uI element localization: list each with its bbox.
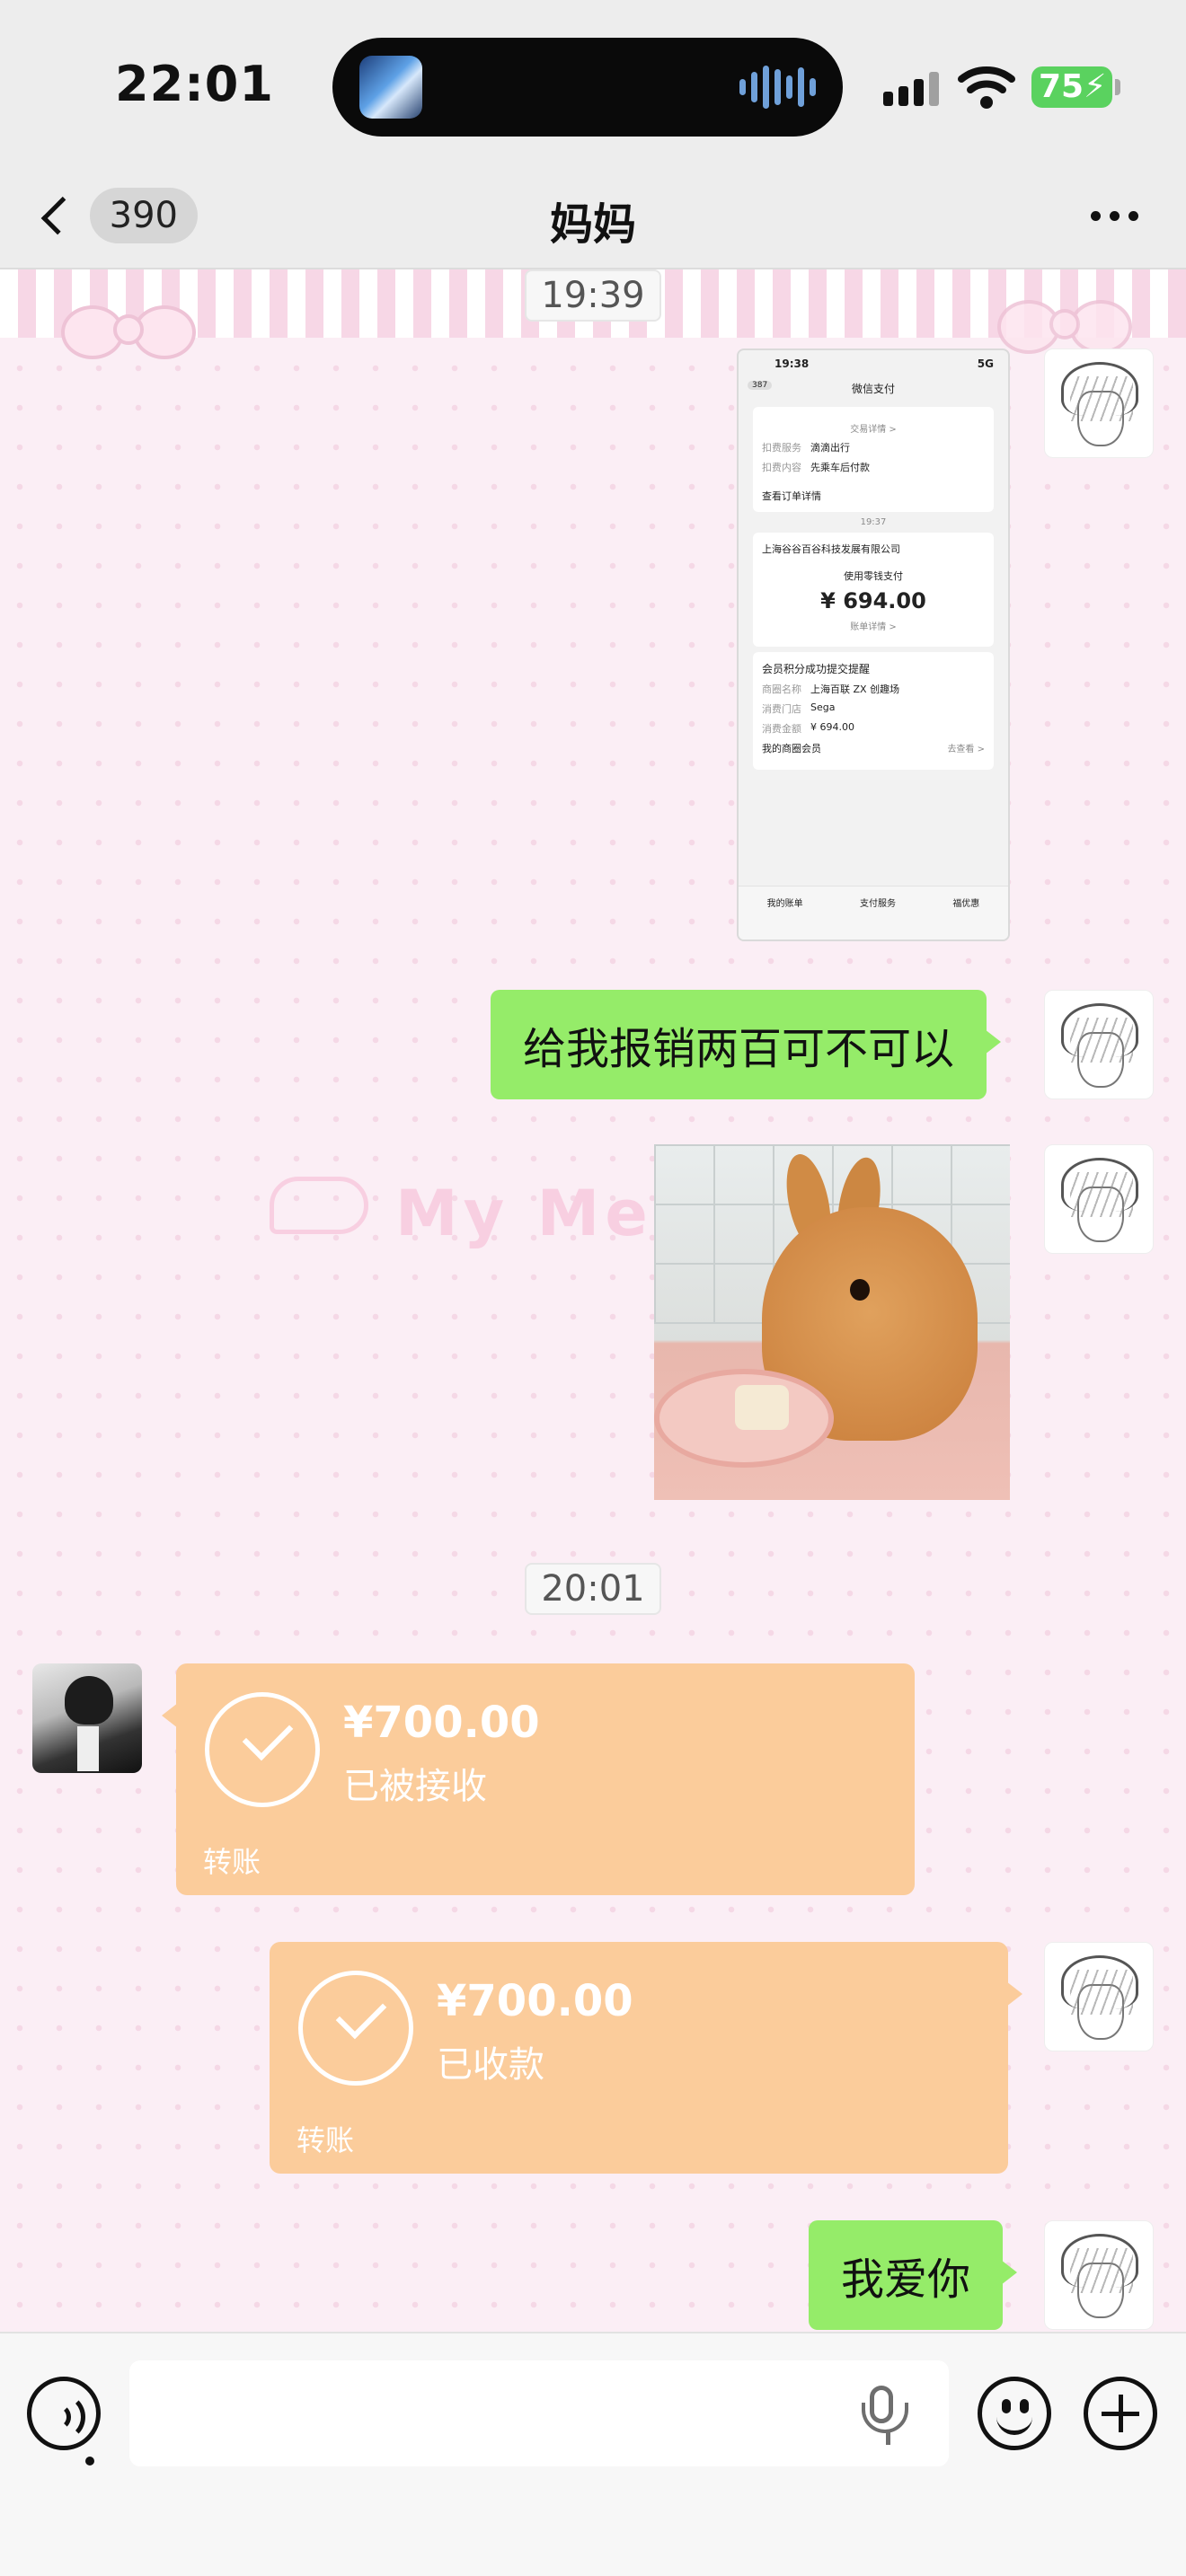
transfer-status: 已收款 bbox=[437, 2044, 544, 2086]
wallpaper-watermark: My Mel bbox=[395, 1177, 680, 1250]
text-message-bubble[interactable]: 我爱你 bbox=[809, 2220, 1018, 2330]
wifi-icon bbox=[958, 66, 1015, 109]
dot-icon bbox=[1109, 210, 1120, 221]
message-input[interactable] bbox=[129, 2360, 949, 2466]
voice-input-button[interactable] bbox=[27, 2377, 101, 2466]
shot-time: 19:38 bbox=[774, 357, 810, 370]
shot-title: 微信支付 bbox=[851, 383, 895, 395]
battery-indicator: 75⚡ bbox=[1031, 66, 1112, 108]
transfer-amount: ¥700.00 bbox=[343, 1698, 540, 1748]
more-actions-button[interactable] bbox=[1084, 2377, 1157, 2450]
check-circle-icon bbox=[205, 1692, 320, 1807]
input-bar bbox=[0, 2332, 1186, 2576]
my-avatar[interactable] bbox=[1044, 2220, 1154, 2330]
timestamp: 20:01 bbox=[0, 1563, 1186, 1615]
charging-icon: ⚡ bbox=[1084, 68, 1107, 105]
contact-avatar[interactable] bbox=[32, 1663, 142, 1773]
more-options-button[interactable] bbox=[1078, 198, 1150, 234]
transfer-label: 转账 bbox=[296, 2123, 355, 2157]
status-time: 22:01 bbox=[115, 56, 274, 112]
transfer-amount: ¥700.00 bbox=[437, 1976, 633, 2026]
cloud-decoration bbox=[270, 1177, 368, 1234]
chat-area[interactable]: My Mel 19:39 19:38 5G 387 微信支付 交易详情 > 扣费服务… bbox=[0, 269, 1186, 2332]
now-playing-artwork bbox=[359, 56, 422, 119]
transfer-collected-card[interactable]: ¥700.00 已收款 转账 bbox=[270, 1942, 1022, 2174]
shot-net: 5G bbox=[977, 357, 994, 370]
dynamic-island[interactable] bbox=[332, 38, 843, 137]
emoji-icon bbox=[1002, 2399, 1011, 2413]
audio-waveform-icon bbox=[739, 65, 816, 110]
battery-tip bbox=[1115, 79, 1120, 95]
transfer-label: 转账 bbox=[203, 1845, 261, 1879]
transfer-status: 已被接收 bbox=[343, 1766, 487, 1807]
shot-badge: 387 bbox=[748, 381, 773, 390]
voice-icon bbox=[85, 2457, 94, 2466]
chat-header: 390 妈妈 bbox=[0, 162, 1186, 269]
check-circle-icon bbox=[298, 1971, 413, 2086]
rabbit-photo-message[interactable] bbox=[654, 1144, 1010, 1500]
text-message-bubble[interactable]: 给我报销两百可不可以 bbox=[491, 990, 1002, 1099]
my-avatar[interactable] bbox=[1044, 348, 1154, 458]
dot-icon bbox=[1090, 210, 1101, 221]
timestamp: 19:39 bbox=[0, 269, 1186, 322]
my-avatar[interactable] bbox=[1044, 990, 1154, 1099]
shot-top-link: 交易详情 > bbox=[850, 425, 897, 435]
transfer-received-card[interactable]: ¥700.00 已被接收 转账 bbox=[162, 1663, 915, 1895]
status-bar: 22:01 75⚡ bbox=[0, 0, 1186, 162]
screenshot-image-message[interactable]: 19:38 5G 387 微信支付 交易详情 > 扣费服务 滴滴出行 扣费内容 先乘车后… bbox=[737, 348, 1010, 941]
microphone-stem bbox=[886, 2432, 890, 2445]
emoji-button[interactable] bbox=[978, 2377, 1051, 2450]
dot-icon bbox=[1128, 210, 1138, 221]
my-avatar[interactable] bbox=[1044, 1144, 1154, 1254]
chat-title: 妈妈 bbox=[549, 199, 636, 250]
microphone-icon[interactable] bbox=[862, 2386, 908, 2433]
my-avatar[interactable] bbox=[1044, 1942, 1154, 2051]
cellular-signal-icon bbox=[883, 70, 939, 106]
battery-level: 75 bbox=[1039, 68, 1084, 105]
